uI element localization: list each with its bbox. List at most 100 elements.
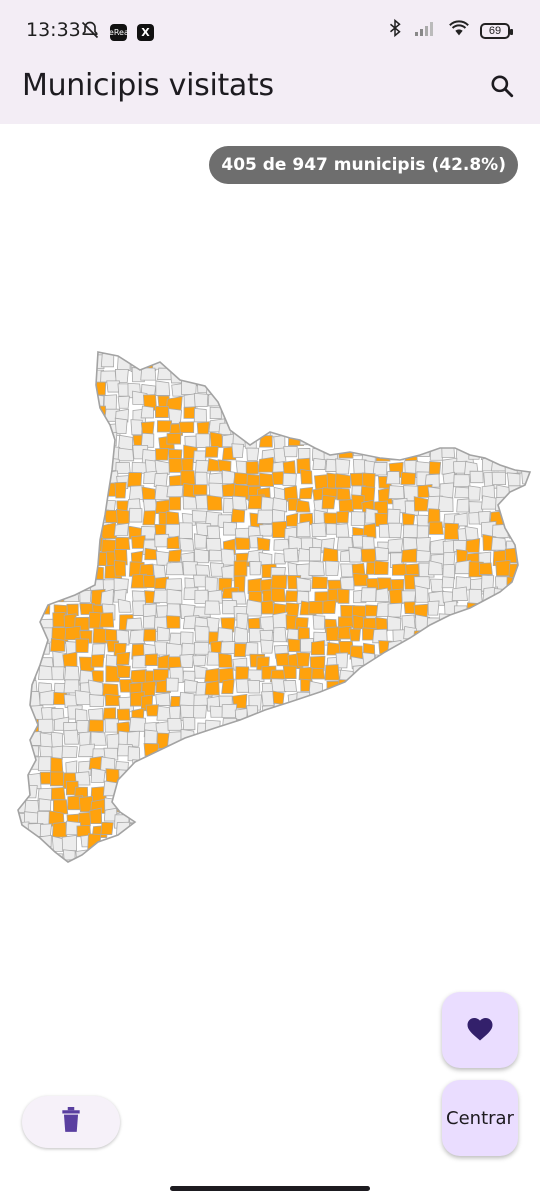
municipality[interactable] [89, 495, 106, 511]
municipality[interactable] [507, 422, 521, 436]
municipality[interactable] [452, 888, 465, 890]
municipality[interactable] [351, 876, 364, 889]
municipality[interactable] [15, 434, 31, 448]
municipality[interactable] [11, 681, 27, 694]
municipality[interactable] [334, 851, 348, 865]
municipality[interactable] [234, 849, 249, 864]
municipality[interactable] [464, 613, 479, 629]
municipality[interactable] [295, 379, 310, 396]
municipality[interactable] [76, 419, 91, 434]
municipality[interactable] [466, 720, 482, 736]
municipality[interactable] [139, 810, 156, 824]
municipality[interactable] [23, 341, 37, 356]
municipality[interactable] [391, 344, 405, 360]
municipality[interactable] [245, 599, 262, 617]
municipality[interactable] [205, 730, 221, 744]
municipality[interactable] [23, 784, 38, 799]
municipality[interactable] [276, 330, 290, 341]
municipality[interactable] [195, 433, 211, 448]
municipality[interactable] [508, 525, 524, 539]
municipality[interactable] [256, 366, 271, 381]
municipality[interactable] [274, 833, 290, 851]
municipality[interactable] [427, 560, 443, 576]
municipality[interactable] [117, 860, 132, 874]
municipality[interactable] [0, 409, 14, 423]
municipality[interactable] [217, 742, 235, 760]
municipality[interactable] [36, 550, 52, 566]
municipality[interactable] [24, 367, 40, 382]
municipality[interactable] [338, 771, 352, 788]
municipality[interactable] [156, 330, 169, 343]
municipality[interactable] [79, 368, 93, 384]
municipality[interactable] [451, 355, 465, 371]
municipality[interactable] [534, 499, 540, 509]
municipality[interactable] [220, 641, 236, 654]
municipality[interactable] [453, 616, 468, 631]
municipality[interactable] [529, 563, 540, 579]
municipality[interactable] [387, 767, 401, 782]
favorite-button[interactable] [442, 992, 518, 1068]
municipality[interactable] [492, 432, 506, 448]
municipality[interactable] [24, 563, 40, 578]
municipality[interactable] [63, 729, 79, 745]
municipality[interactable] [233, 626, 249, 644]
municipality[interactable] [0, 693, 12, 705]
municipality[interactable] [155, 850, 171, 865]
municipality[interactable] [495, 602, 508, 617]
municipality[interactable] [533, 809, 540, 822]
municipality[interactable] [492, 825, 507, 839]
municipality[interactable] [49, 379, 66, 397]
municipality[interactable] [390, 824, 407, 839]
municipality[interactable] [193, 744, 207, 760]
municipality[interactable] [12, 446, 26, 463]
municipality[interactable] [11, 784, 26, 800]
municipality[interactable] [285, 512, 299, 527]
municipality[interactable] [244, 770, 257, 785]
municipality[interactable] [311, 667, 326, 680]
municipality[interactable] [377, 837, 392, 850]
municipality[interactable] [91, 483, 108, 497]
municipality[interactable] [27, 887, 43, 890]
municipality[interactable] [132, 654, 147, 669]
municipality[interactable] [170, 784, 185, 798]
municipality[interactable] [496, 755, 513, 770]
municipality[interactable] [463, 639, 478, 654]
municipality[interactable] [360, 836, 376, 852]
municipality[interactable] [23, 485, 37, 500]
municipality[interactable] [534, 370, 540, 384]
municipality[interactable] [182, 773, 196, 789]
municipality[interactable] [0, 748, 10, 763]
municipality[interactable] [387, 718, 402, 734]
municipality[interactable] [209, 812, 225, 824]
municipality[interactable] [21, 355, 39, 371]
municipality[interactable] [415, 404, 428, 419]
municipality[interactable] [388, 392, 405, 410]
municipality[interactable] [269, 773, 284, 789]
municipality[interactable] [349, 417, 364, 432]
municipality[interactable] [92, 846, 105, 860]
municipality[interactable] [209, 431, 224, 448]
municipality[interactable] [0, 588, 14, 600]
municipality[interactable] [24, 524, 39, 540]
municipality[interactable] [480, 631, 496, 646]
municipality[interactable] [52, 536, 67, 553]
municipality[interactable] [89, 807, 103, 825]
municipality[interactable] [61, 470, 77, 487]
municipality[interactable] [222, 392, 235, 406]
municipality[interactable] [509, 795, 524, 811]
municipality[interactable] [535, 837, 540, 850]
municipality[interactable] [115, 836, 132, 852]
municipality[interactable] [195, 471, 208, 486]
municipality[interactable] [248, 878, 261, 890]
municipality[interactable] [61, 834, 77, 852]
municipality[interactable] [532, 616, 540, 629]
municipality[interactable] [99, 612, 115, 628]
municipality[interactable] [218, 797, 231, 813]
municipality[interactable] [0, 523, 15, 537]
municipality[interactable] [235, 366, 249, 382]
municipality[interactable] [13, 616, 25, 629]
municipality[interactable] [12, 551, 27, 565]
municipality[interactable] [416, 525, 430, 540]
municipality[interactable] [439, 369, 456, 384]
municipality[interactable] [283, 342, 302, 355]
